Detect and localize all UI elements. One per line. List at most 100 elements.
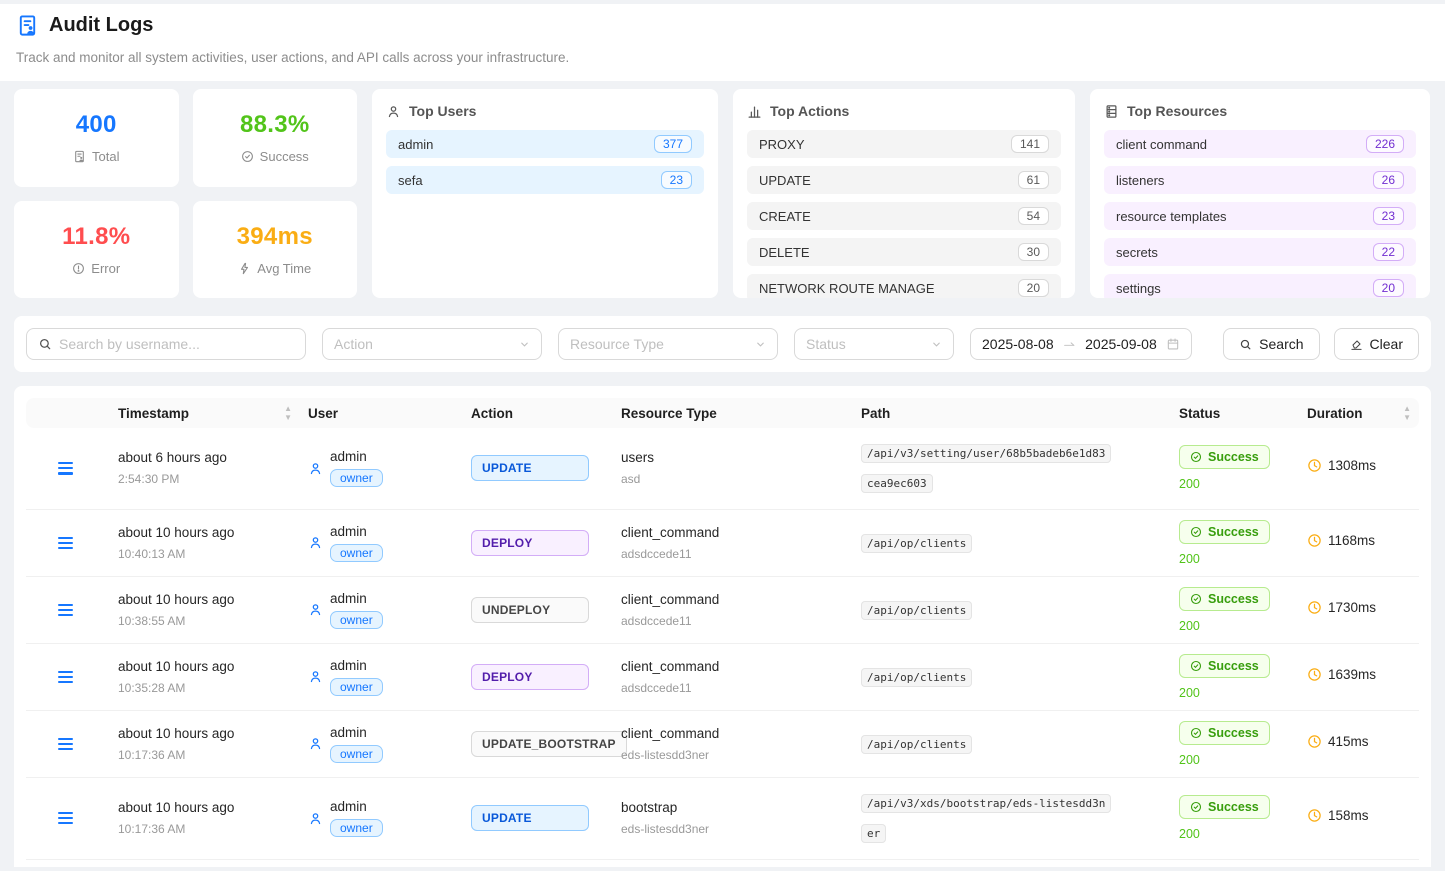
status-code: 200 <box>1179 552 1291 566</box>
timestamp-relative: about 6 hours ago <box>118 450 292 465</box>
role-badge: owner <box>330 745 383 763</box>
status-label: Success <box>1208 525 1259 539</box>
role-badge: owner <box>330 544 383 562</box>
search-input[interactable] <box>59 336 294 352</box>
search-button-label: Search <box>1259 336 1303 352</box>
page-title: Audit Logs <box>49 14 153 37</box>
top-action-item: CREATE 54 <box>747 202 1061 230</box>
role-badge: owner <box>330 819 383 837</box>
top-resources-list: client command 226 listeners 26 resource… <box>1104 130 1416 298</box>
timestamp-column-header[interactable]: Timestamp ▲▼ <box>110 398 300 428</box>
clear-button[interactable]: Clear <box>1334 328 1419 360</box>
table-header-row: Timestamp ▲▼ User Action Resource Type P… <box>26 398 1419 428</box>
username: admin <box>330 725 383 740</box>
role-badge: owner <box>330 678 383 696</box>
arrow-right-icon <box>1063 338 1076 351</box>
timestamp-time: 10:17:36 AM <box>118 822 292 836</box>
search-button[interactable]: Search <box>1223 328 1319 360</box>
clear-icon <box>1350 338 1363 351</box>
status-code: 200 <box>1179 477 1291 491</box>
check-circle-icon <box>1190 660 1202 672</box>
action-select-placeholder: Action <box>334 336 373 352</box>
status-badge: Success <box>1179 587 1270 611</box>
date-end[interactable]: 2025-09-08 <box>1085 336 1157 352</box>
clock-icon <box>1307 734 1322 749</box>
timestamp-relative: about 10 hours ago <box>118 659 292 674</box>
top-action-item: PROXY 141 <box>747 130 1061 158</box>
audit-log-table-card: Timestamp ▲▼ User Action Resource Type P… <box>14 386 1431 867</box>
top-actions-list: PROXY 141 UPDATE 61 CREATE 54 DELETE 30 <box>747 130 1061 298</box>
exclamation-circle-icon <box>72 262 85 275</box>
status-badge: Success <box>1179 721 1270 745</box>
top-resource-count-badge: 226 <box>1366 135 1404 153</box>
status-badge: Success <box>1179 795 1270 819</box>
expand-row-button[interactable] <box>54 600 77 621</box>
duration-value: 1308ms <box>1328 458 1376 473</box>
status-column-header: Status <box>1171 398 1299 428</box>
action-tag: UPDATE_BOOTSTRAP <box>471 731 627 757</box>
user-icon <box>308 602 323 617</box>
check-circle-icon <box>1190 526 1202 538</box>
username: admin <box>330 524 383 539</box>
resource-type: client_command <box>621 659 845 674</box>
resource-type-select[interactable]: Resource Type <box>558 328 778 360</box>
status-label: Success <box>1208 800 1259 814</box>
user-icon <box>386 104 401 119</box>
expand-row-button[interactable] <box>54 667 77 688</box>
action-select[interactable]: Action <box>322 328 542 360</box>
api-path: /api/op/clients <box>861 668 972 687</box>
database-icon <box>1104 104 1119 119</box>
clear-button-label: Clear <box>1370 336 1403 352</box>
timestamp-time: 10:17:36 AM <box>118 748 292 762</box>
date-start[interactable]: 2025-08-08 <box>982 336 1054 352</box>
check-circle-icon <box>241 150 254 163</box>
thunderbolt-icon <box>238 262 251 275</box>
sorter-icon[interactable]: ▲▼ <box>284 405 292 422</box>
chevron-down-icon <box>931 339 942 350</box>
duration-cell: 1730ms <box>1307 600 1376 615</box>
status-code: 200 <box>1179 753 1291 767</box>
duration-column-header[interactable]: Duration ▲▼ <box>1299 398 1419 428</box>
expand-row-button[interactable] <box>54 808 77 829</box>
resource-type-column-header: Resource Type <box>613 398 853 428</box>
expand-row-button[interactable] <box>54 734 77 755</box>
timestamp-time: 10:40:13 AM <box>118 547 292 561</box>
resource-type-select-placeholder: Resource Type <box>570 336 664 352</box>
audit-log-table: Timestamp ▲▼ User Action Resource Type P… <box>26 398 1419 867</box>
top-resource-item: settings 20 <box>1104 274 1416 298</box>
top-action-count-badge: 54 <box>1018 207 1049 225</box>
top-resource-item: secrets 22 <box>1104 238 1416 266</box>
bar-chart-icon <box>747 104 762 119</box>
top-action-count-badge: 30 <box>1018 243 1049 261</box>
check-circle-icon <box>1190 451 1202 463</box>
expand-row-button[interactable] <box>54 533 77 554</box>
top-actions-title: Top Actions <box>770 103 849 119</box>
clock-icon <box>1307 667 1322 682</box>
duration-column-label: Duration <box>1307 406 1363 421</box>
top-action-name: CREATE <box>759 209 811 224</box>
total-label: Total <box>92 149 119 164</box>
sorter-icon[interactable]: ▲▼ <box>1403 405 1411 422</box>
timestamp-relative: about 10 hours ago <box>118 726 292 741</box>
resource-type: client_command <box>621 726 845 741</box>
duration-value: 1730ms <box>1328 600 1376 615</box>
status-select[interactable]: Status <box>794 328 954 360</box>
duration-value: 415ms <box>1328 734 1369 749</box>
user-icon <box>308 811 323 826</box>
top-resource-count-badge: 26 <box>1373 171 1404 189</box>
timestamp-relative: about 10 hours ago <box>118 592 292 607</box>
username-search[interactable] <box>26 328 306 360</box>
date-range-picker[interactable]: 2025-08-08 2025-09-08 <box>970 328 1192 360</box>
table-row: about 10 hours ago 10:38:55 AM admin <box>26 576 1419 643</box>
duration-cell: 415ms <box>1307 734 1369 749</box>
clock-icon <box>1307 600 1322 615</box>
overview-section: 400 Total 88.3% <box>14 89 1431 298</box>
stat-card-error: 11.8% Error <box>14 201 179 299</box>
status-label: Success <box>1208 659 1259 673</box>
user-column-header: User <box>300 398 463 428</box>
top-action-item: DELETE 30 <box>747 238 1061 266</box>
expand-row-button[interactable] <box>54 458 77 479</box>
status-code: 200 <box>1179 686 1291 700</box>
duration-cell: 1168ms <box>1307 533 1375 548</box>
top-actions-panel: Top Actions PROXY 141 UPDATE 61 CREATE 5… <box>733 89 1075 298</box>
